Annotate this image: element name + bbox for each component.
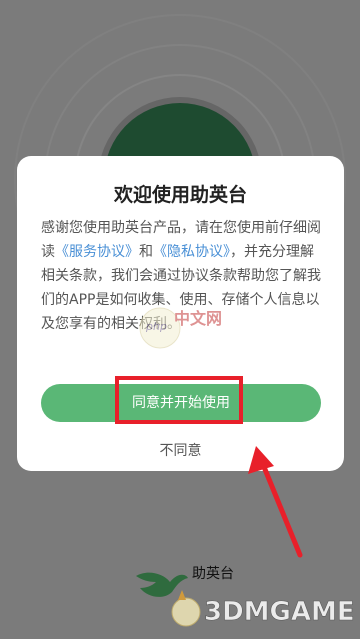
- dialog-title: 欢迎使用助英台: [113, 184, 247, 206]
- 3dmgame-watermark: 3DMGAME: [171, 590, 355, 627]
- body-and: 和: [139, 244, 153, 260]
- svg-text:php: php: [145, 320, 167, 333]
- php-watermark: php 中文网: [139, 307, 222, 349]
- annotation-highlight-box: [115, 376, 243, 424]
- app-name: 助英台: [192, 566, 234, 582]
- disagree-button[interactable]: 不同意: [17, 440, 344, 460]
- privacy-policy-link[interactable]: 《隐私协议》: [153, 244, 230, 260]
- svg-text:3DMGAME: 3DMGAME: [204, 597, 355, 627]
- svg-text:中文网: 中文网: [174, 309, 222, 328]
- service-agreement-link[interactable]: 《服务协议》: [55, 244, 139, 260]
